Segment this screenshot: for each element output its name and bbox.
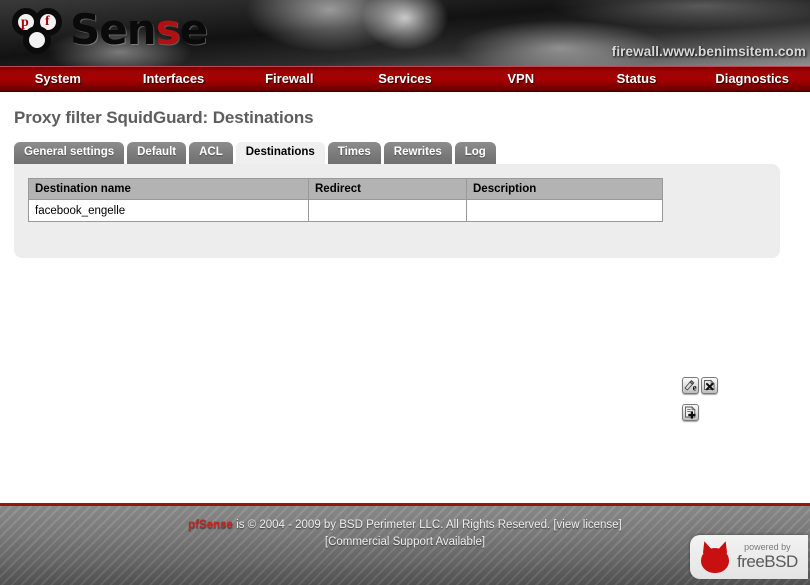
cell-destination-name: facebook_engelle	[28, 199, 309, 222]
tab-bar: General settings Default ACL Destination…	[14, 142, 810, 164]
nav-item-system[interactable]: System	[0, 67, 116, 91]
column-header-description: Description	[466, 178, 663, 200]
pf-gear-icon: p f	[12, 4, 66, 56]
page-title: Proxy filter SquidGuard: Destinations	[14, 108, 314, 127]
logo-letter-f: f	[45, 14, 50, 29]
tab-log[interactable]: Log	[454, 142, 496, 164]
table-header-row: Destination name Redirect Description	[28, 178, 663, 200]
column-header-redirect: Redirect	[308, 178, 467, 200]
pfsense-page: p f Sense firewall.www.benimsitem.com Sy…	[0, 0, 810, 585]
beastie-icon	[698, 539, 732, 574]
logo-word-red: s	[155, 5, 181, 54]
nav-item-firewall[interactable]: Firewall	[231, 67, 347, 91]
tab-acl[interactable]: ACL	[189, 142, 233, 164]
footer-line-1: pfSense is © 2004 - 2009 by BSD Perimete…	[0, 517, 810, 534]
tab-destinations[interactable]: Destinations	[235, 142, 325, 164]
footer-line-2: [Commercial Support Available]	[324, 536, 486, 548]
hostname-label: firewall.www.benimsitem.com	[611, 44, 806, 59]
tab-times[interactable]: Times	[327, 142, 381, 164]
freebsd-wordmark: powered by freeBSD	[737, 542, 798, 571]
edit-icon[interactable]: e	[682, 377, 699, 394]
page-footer: pfSense is © 2004 - 2009 by BSD Perimete…	[0, 503, 810, 585]
logo-letter-p: p	[21, 15, 29, 30]
page-header: p f Sense firewall.www.benimsitem.com	[0, 0, 810, 66]
nav-item-diagnostics[interactable]: Diagnostics	[694, 67, 810, 91]
cell-redirect	[308, 199, 467, 222]
pfsense-logo: p f Sense	[12, 4, 208, 56]
freebsd-label: freeBSD	[737, 551, 798, 571]
footer-copyright: pfSense is © 2004 - 2009 by BSD Perimete…	[0, 517, 810, 551]
column-header-destination-name: Destination name	[28, 178, 309, 200]
nav-item-services[interactable]: Services	[347, 67, 463, 91]
destinations-table: Destination name Redirect Description fa…	[28, 178, 663, 222]
logo-word-part2: e	[179, 5, 208, 54]
footer-copyright-text: is © 2004 - 2009 by BSD Perimeter LLC. A…	[232, 519, 622, 531]
nav-item-status[interactable]: Status	[579, 67, 695, 91]
table-row[interactable]: facebook_engelle	[28, 199, 663, 222]
cell-description	[466, 199, 663, 222]
tab-default[interactable]: Default	[127, 142, 187, 164]
footer-brand: pfSense	[188, 519, 233, 531]
destinations-panel: Destination name Redirect Description fa…	[14, 164, 780, 421]
freebsd-badge: powered by freeBSD	[690, 535, 808, 579]
tab-general-settings[interactable]: General settings	[14, 142, 125, 164]
delete-icon[interactable]	[701, 377, 718, 394]
main-navigation: System Interfaces Firewall Services VPN …	[0, 66, 810, 92]
nav-item-vpn[interactable]: VPN	[463, 67, 579, 91]
logo-wordmark: Sense	[70, 9, 208, 51]
tab-rewrites[interactable]: Rewrites	[383, 142, 452, 164]
add-icon[interactable]	[682, 404, 699, 421]
logo-word-part1: Sen	[70, 5, 157, 54]
svg-text:e: e	[693, 383, 697, 393]
nav-item-interfaces[interactable]: Interfaces	[116, 67, 232, 91]
